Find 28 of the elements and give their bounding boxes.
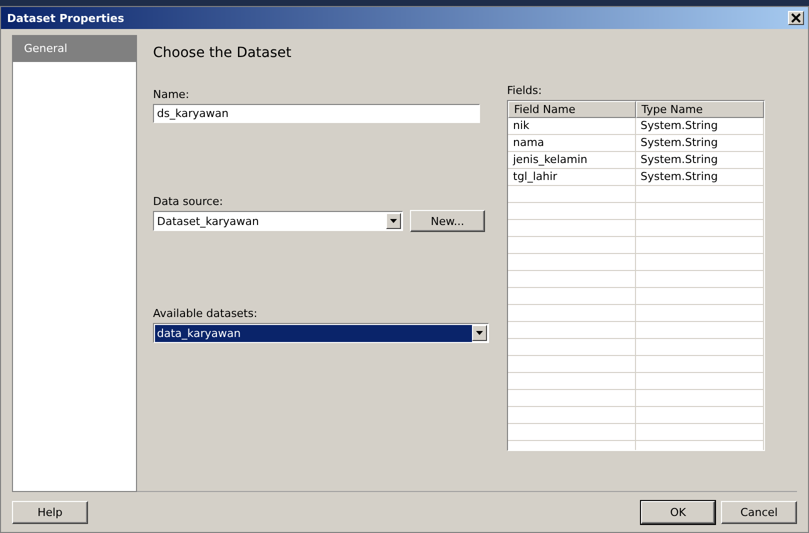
caret-icon <box>476 331 483 335</box>
table-cell: System.String <box>636 152 764 169</box>
close-icon <box>791 13 801 23</box>
field-label: Fields: <box>507 84 543 97</box>
table-cell: System.String <box>636 118 764 135</box>
table-cell: tgl_lahir <box>508 169 636 186</box>
column-header[interactable]: Type Name <box>636 101 764 118</box>
available-datasets-dropdown[interactable]: data_karyawan <box>153 323 489 343</box>
cancel-button[interactable]: Cancel <box>721 500 797 524</box>
column-header[interactable]: Field Name <box>508 101 636 118</box>
window-title: Dataset Properties <box>7 12 126 24</box>
table-cell: nik <box>508 118 636 135</box>
caret-icon <box>390 219 397 223</box>
help-button[interactable]: Help <box>12 500 88 524</box>
name-field[interactable]: ds_karyawan <box>153 104 480 123</box>
table-cell: jenis_kelamin <box>508 152 636 169</box>
sidebar-item[interactable]: General <box>13 36 136 62</box>
data-source-dropdown[interactable]: Dataset_karyawan <box>153 211 403 231</box>
field-label: Name: <box>153 88 190 101</box>
ok-button[interactable]: OK <box>641 500 715 524</box>
table-cell: nama <box>508 135 636 152</box>
table-cell: System.String <box>636 135 764 152</box>
close-button[interactable] <box>788 11 804 25</box>
table-cell: System.String <box>636 169 764 186</box>
new-button[interactable]: New... <box>410 210 485 232</box>
field-label: Data source: <box>153 195 224 208</box>
field-label: Available datasets: <box>153 307 258 320</box>
page-heading: Choose the Dataset <box>153 45 292 61</box>
